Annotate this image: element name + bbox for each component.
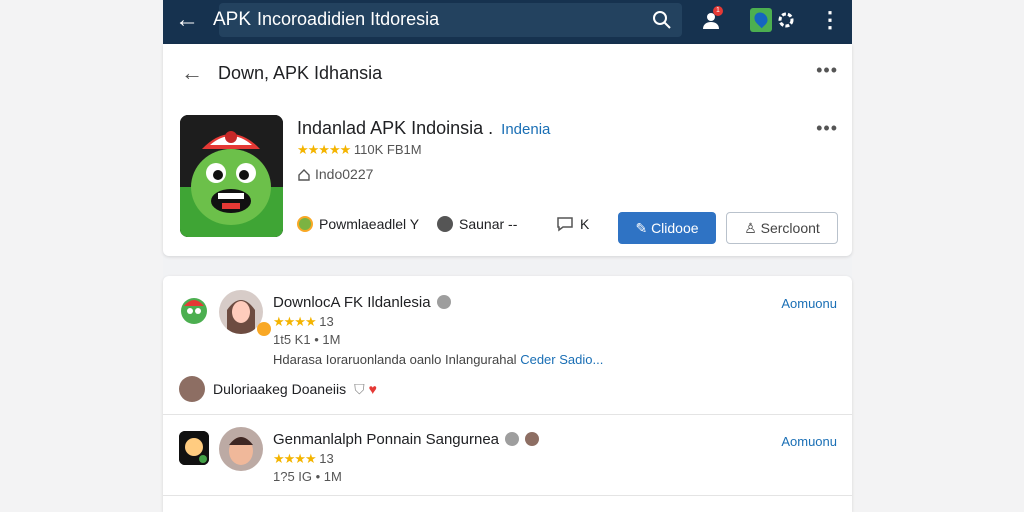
search-box[interactable]: APK Incoroadidien Itdoresia [213, 3, 682, 37]
review-action-link[interactable]: Aomuonu [781, 434, 837, 449]
right-gutter [852, 0, 1024, 512]
comments-action[interactable]: K [556, 216, 589, 232]
avatar [219, 427, 263, 471]
page-more-icon[interactable]: ••• [816, 60, 838, 81]
app-rating-text: 110K FB1M [353, 142, 422, 157]
primary-button[interactable]: ✎ Clidooe [618, 212, 716, 244]
source-icon [437, 216, 453, 232]
review-rating-suffix: 13 [319, 451, 334, 466]
source-suffix: -- [508, 216, 518, 232]
secondary-button[interactable]: ♙ Sercloont [726, 212, 838, 244]
review-description-text: Hdarasa Ioraruonlanda oanlo Inlangurahal [273, 352, 517, 367]
secondary-button-label: Sercloont [760, 220, 820, 236]
review-stars: ★★★★ [273, 314, 317, 329]
app-rating: ★★★★★ 110K FB1M [297, 142, 422, 158]
primary-button-label: Clidooe [651, 220, 699, 236]
app-name: Indanlad APK Indoinsia . Indenia [297, 118, 551, 138]
source-label: Saunar [459, 216, 505, 232]
download-action[interactable]: Powmlaeadlel Y [297, 216, 419, 232]
review-meta: 1?5 IG • 1M [273, 469, 342, 484]
reviewer-avatar-icon [179, 376, 205, 402]
review-title: DownlocA FK Ildanlesia [273, 294, 451, 311]
search-brand: APK [213, 9, 252, 30]
review-item[interactable]: DownlocA FK Ildanlesia ★★★★ 13 1t5 K1 • … [163, 276, 852, 414]
home-icon [298, 169, 310, 181]
left-gutter [0, 0, 163, 512]
app-region-link[interactable]: Indenia [501, 121, 550, 138]
review-item[interactable]: Genmanlalph Ponnain Sangurnea ★★★★ 13 1?… [163, 415, 852, 495]
user-face-icon [436, 295, 451, 309]
more-vertical-icon[interactable]: ⋮ [819, 6, 841, 34]
app-more-icon[interactable]: ••• [816, 118, 838, 139]
source-action[interactable]: Saunar -- [437, 216, 517, 232]
gear-icon[interactable] [775, 9, 797, 31]
search-query: Incoroadidien Itdoresia [257, 9, 440, 29]
shield-icon: ⛉ [354, 381, 365, 397]
review-footnote-text: Duloriaakeg Doaneiis [213, 381, 347, 397]
app-home-text: Indo0227 [315, 166, 374, 182]
verified-icon [505, 432, 520, 446]
maps-icon[interactable] [750, 8, 772, 32]
comments-label: K [580, 216, 590, 232]
heart-icon[interactable]: ♥ [369, 381, 377, 397]
review-footnote: Duloriaakeg Doaneiis ⛉ ♥ [179, 376, 377, 402]
review-description-link[interactable]: Ceder Sadio... [520, 352, 603, 367]
comment-icon [557, 217, 573, 232]
review-title-text: Genmanlalph Ponnain Sangurnea [273, 431, 500, 448]
app-rating-stars: ★★★★★ [297, 142, 351, 157]
search-input[interactable]: APK Incoroadidien Itdoresia [213, 9, 439, 31]
download-label: Powmlaeadlel Y [319, 216, 420, 232]
reviews-card: DownlocA FK Ildanlesia ★★★★ 13 1t5 K1 • … [163, 276, 852, 512]
app-header: ← APK Incoroadidien Itdoresia 1 ⋮ [163, 0, 852, 44]
app-icon [180, 115, 283, 237]
arrow-left-icon[interactable]: ← [175, 6, 199, 34]
review-stars: ★★★★ [273, 451, 317, 466]
back-arrow-icon[interactable]: ← [181, 60, 203, 86]
review-rating: ★★★★ 13 [273, 314, 334, 330]
review-title: Genmanlalph Ponnain Sangurnea [273, 431, 540, 448]
verified-badge-icon [257, 322, 271, 336]
download-icon [297, 216, 313, 232]
review-rating: ★★★★ 13 [273, 451, 334, 467]
notification-badge: 1 [713, 6, 723, 16]
review-action-link[interactable]: Aomuonu [781, 296, 837, 311]
page-title: Down, APK Idhansia [218, 63, 383, 83]
user-face-icon [525, 432, 540, 446]
app-name-text: Indanlad APK Indoinsia [297, 118, 484, 138]
review-title-text: DownlocA FK Ildanlesia [273, 294, 431, 311]
app-detail-card: ← Down, APK Idhansia ••• Indanlad APK In… [163, 44, 852, 256]
review-thumbnail [179, 294, 209, 328]
divider [163, 495, 852, 496]
review-thumbnail [179, 431, 209, 465]
app-home-row: Indo0227 [297, 166, 373, 182]
review-meta: 1t5 K1 • 1M [273, 332, 341, 347]
app-actions: Powmlaeadlel Y Saunar -- K ✎ Clidooe ♙ S… [297, 212, 838, 244]
review-rating-suffix: 13 [319, 314, 334, 329]
review-description: Hdarasa Ioraruonlanda oanlo Inlangurahal… [273, 352, 603, 367]
search-icon[interactable] [652, 10, 672, 30]
